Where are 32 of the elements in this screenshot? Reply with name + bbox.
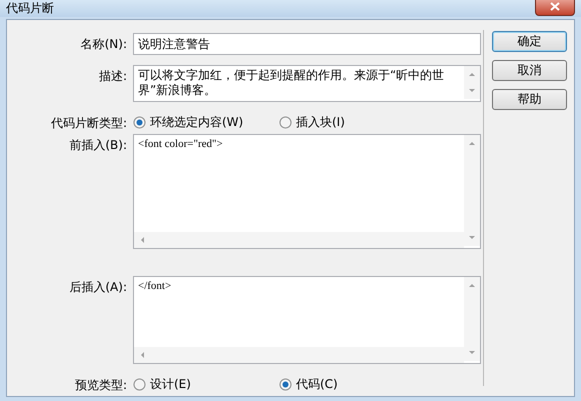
vertical-scrollbar[interactable] (464, 135, 480, 246)
after-insert-field[interactable]: </font> (133, 276, 481, 364)
field-label: 后插入(A): (68, 279, 127, 296)
vertical-scrollbar[interactable] (464, 66, 480, 99)
description-text: 可以将文字加红，便于起到提醒的作用。来源于“昕中的世界”新浪博客。 (138, 68, 444, 97)
dialog-button[interactable]: 确定 (492, 31, 567, 52)
code-text: <font color="red"> (138, 138, 223, 150)
radio-button[interactable] (279, 116, 292, 128)
radio-label[interactable]: 插入块(I) (296, 114, 345, 130)
radio-label[interactable]: 设计(E) (150, 376, 191, 392)
radio-label[interactable]: 代码(C) (296, 376, 338, 392)
horizontal-scrollbar[interactable] (134, 232, 464, 248)
before-insert-field[interactable]: <font color="red"> (133, 134, 481, 249)
description-field[interactable]: 可以将文字加红，便于起到提醒的作用。来源于“昕中的世界”新浪博客。 (133, 65, 481, 102)
name-field[interactable]: 说明注意警告 (133, 33, 481, 55)
dialog-button[interactable]: 取消 (492, 60, 567, 81)
close-button[interactable] (535, 0, 575, 16)
field-label: 描述: (98, 68, 127, 85)
dialog-button[interactable]: 帮助 (492, 89, 567, 110)
radio-button[interactable] (133, 378, 146, 390)
radio-button[interactable] (133, 116, 146, 128)
horizontal-scrollbar[interactable] (134, 347, 464, 363)
field-label: 前插入(B): (68, 137, 127, 154)
field-label: 名称(N): (80, 36, 127, 53)
code-text: </font> (138, 280, 172, 292)
window-title: 代码片断 (6, 0, 54, 17)
vertical-scrollbar[interactable] (464, 277, 480, 361)
radio-label[interactable]: 环绕选定内容(W) (150, 114, 244, 130)
field-label: 代码片断类型: (50, 115, 127, 132)
field-label: 预览类型: (74, 377, 127, 394)
radio-button[interactable] (279, 378, 292, 390)
close-icon (550, 2, 560, 11)
